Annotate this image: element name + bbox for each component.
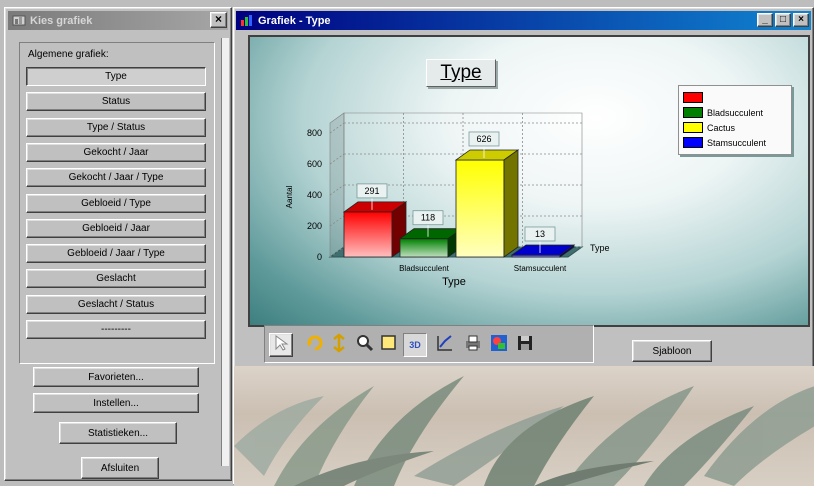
frame-icon[interactable]: [377, 333, 401, 357]
app-icon: [12, 14, 26, 27]
y-tick-label: 400: [307, 190, 322, 200]
chart-window-titlebar[interactable]: Grafiek - Type _ □ ×: [236, 11, 811, 30]
legend-item: [683, 90, 791, 105]
bar-chart-3d: 0 200 400 600 800 Aantal 291 118 626 13 Bladsuccul…: [285, 112, 610, 288]
data-label: 13: [535, 229, 545, 239]
chart-type-button-status[interactable]: Status: [26, 92, 206, 112]
bar-side-2: [503, 149, 519, 258]
axis-scale-icon[interactable]: [327, 333, 351, 357]
chart-type-button-type-status[interactable]: Type / Status: [26, 117, 206, 137]
chart-window-title: Grafiek - Type: [258, 14, 331, 27]
legend-item: Cactus: [683, 120, 791, 135]
vertical-scrollbar[interactable]: [221, 38, 229, 466]
settings-button[interactable]: Instellen...: [33, 393, 199, 413]
x-tick-label: Stamsucculent: [514, 264, 567, 273]
chart-chooser-window: Kies grafiek × Algemene grafiek: Type Sta…: [4, 7, 232, 481]
x-tick-label: Bladsucculent: [399, 264, 450, 273]
close-button[interactable]: ×: [210, 12, 227, 28]
chart-type-button-gebloeid-jaar[interactable]: Gebloeid / Jaar: [26, 218, 206, 238]
statistics-button[interactable]: Statistieken...: [59, 422, 177, 444]
rotate-icon[interactable]: [303, 333, 327, 357]
chart-type-button-gebloeid-type[interactable]: Gebloeid / Type: [26, 193, 206, 213]
bar-front-2: [455, 159, 505, 258]
y-tick-label: 800: [307, 128, 322, 138]
plant-background-photo: [234, 366, 814, 486]
legend-item: Bladsucculent: [683, 105, 791, 120]
chart-type-button-separator[interactable]: ---------: [26, 320, 206, 339]
legend-item: Stamsucculent: [683, 135, 791, 150]
legend-swatch: [683, 137, 703, 148]
favorites-button[interactable]: Favorieten...: [33, 367, 199, 387]
chart-type-button-gekocht-jaar-type[interactable]: Gekocht / Jaar / Type: [26, 168, 206, 188]
save-icon[interactable]: [513, 333, 537, 357]
print-icon[interactable]: [461, 333, 485, 357]
chart-title: Type: [426, 59, 496, 87]
general-chart-group: Algemene grafiek: Type Status Type / Statu…: [19, 42, 215, 364]
zoom-icon[interactable]: [353, 333, 377, 357]
legend-swatch: [683, 122, 703, 133]
3d-toggle-icon[interactable]: 3D: [403, 333, 427, 357]
legend-swatch: [683, 92, 703, 103]
bar-front-0: [343, 211, 393, 258]
template-button[interactable]: Sjabloon: [632, 340, 712, 362]
chart-type-button-geslacht[interactable]: Geslacht: [26, 269, 206, 289]
chart-type-button-geslacht-status[interactable]: Geslacht / Status: [26, 294, 206, 314]
chart-window: Grafiek - Type _ □ × 0 200 400 600 800 Aantal…: [233, 7, 814, 486]
legend-label: Bladsucculent: [707, 107, 764, 118]
chart-toolbar: 3D: [264, 325, 594, 363]
data-label: 291: [364, 186, 379, 196]
minimize-button[interactable]: _: [757, 13, 773, 27]
pointer-icon[interactable]: [269, 333, 293, 357]
x-axis-label: Type: [442, 276, 466, 288]
chart-edit-icon[interactable]: [433, 333, 457, 357]
chart-type-button-gekocht-jaar[interactable]: Gekocht / Jaar: [26, 142, 206, 162]
chart-type-button-gebloeid-jaar-type[interactable]: Gebloeid / Jaar / Type: [26, 244, 206, 264]
data-label: 118: [421, 213, 435, 223]
y-tick-label: 0: [317, 252, 322, 262]
chart-legend: Bladsucculent Cactus Stamsucculent: [678, 85, 792, 155]
legend-label: Stamsucculent: [707, 137, 767, 148]
chart-app-icon: [240, 14, 254, 27]
y-axis-label: Aantal: [285, 185, 294, 208]
legend-swatch: [683, 107, 703, 118]
close-app-button[interactable]: Afsluiten: [81, 457, 159, 479]
depth-axis-label: Type: [590, 243, 610, 253]
legend-label: Cactus: [707, 122, 736, 133]
chart-side-wall: [329, 112, 345, 258]
group-label: Algemene grafiek:: [28, 49, 109, 60]
bar-front-1: [399, 238, 449, 258]
chart-chooser-title: Kies grafiek: [30, 14, 93, 27]
y-tick-label: 600: [307, 159, 322, 169]
data-label: 626: [476, 134, 491, 144]
image-icon[interactable]: [487, 333, 511, 357]
y-tick-label: 200: [307, 221, 322, 231]
chart-frame: 0 200 400 600 800 Aantal 291 118 626 13 Bladsuccul…: [248, 35, 810, 327]
window-close-button[interactable]: ×: [793, 13, 809, 27]
maximize-button[interactable]: □: [775, 13, 791, 27]
chart-chooser-titlebar[interactable]: Kies grafiek ×: [8, 11, 228, 30]
chart-type-button-type[interactable]: Type: [26, 67, 206, 86]
